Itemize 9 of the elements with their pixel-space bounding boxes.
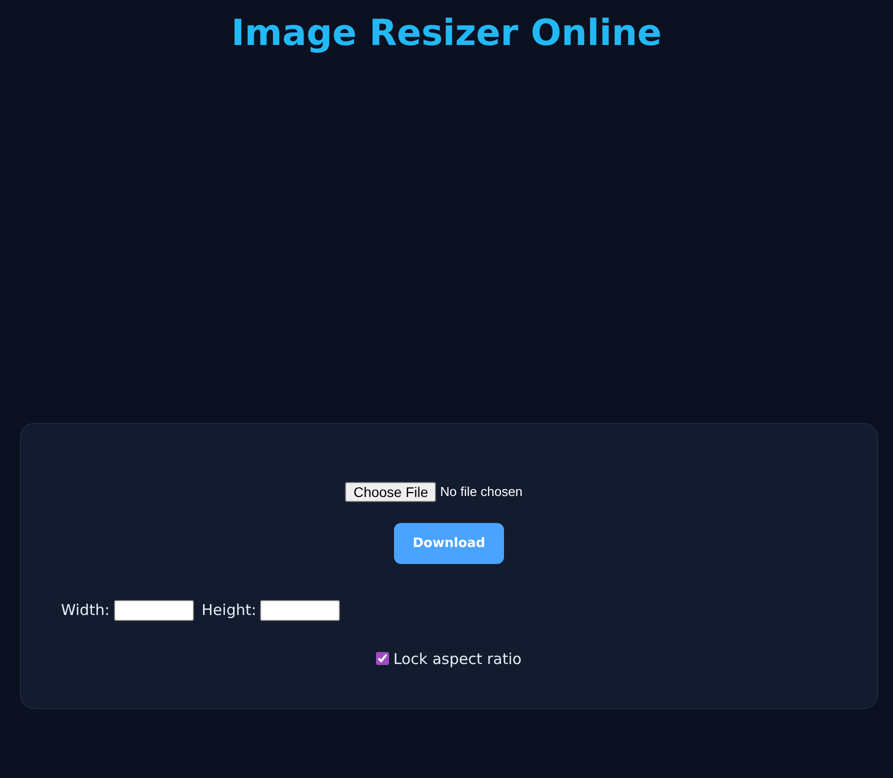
file-status: No file chosen [440, 483, 523, 502]
lock-aspect-label: Lock aspect ratio [393, 648, 522, 670]
height-label: Height: [202, 600, 256, 622]
choose-file-button[interactable]: Choose File [345, 482, 436, 502]
height-field[interactable] [260, 600, 340, 621]
width-label: Width: [61, 600, 110, 622]
lock-aspect-checkbox[interactable] [376, 652, 390, 666]
page-title: Image Resizer Online [230, 12, 663, 56]
width-field[interactable] [114, 600, 194, 621]
